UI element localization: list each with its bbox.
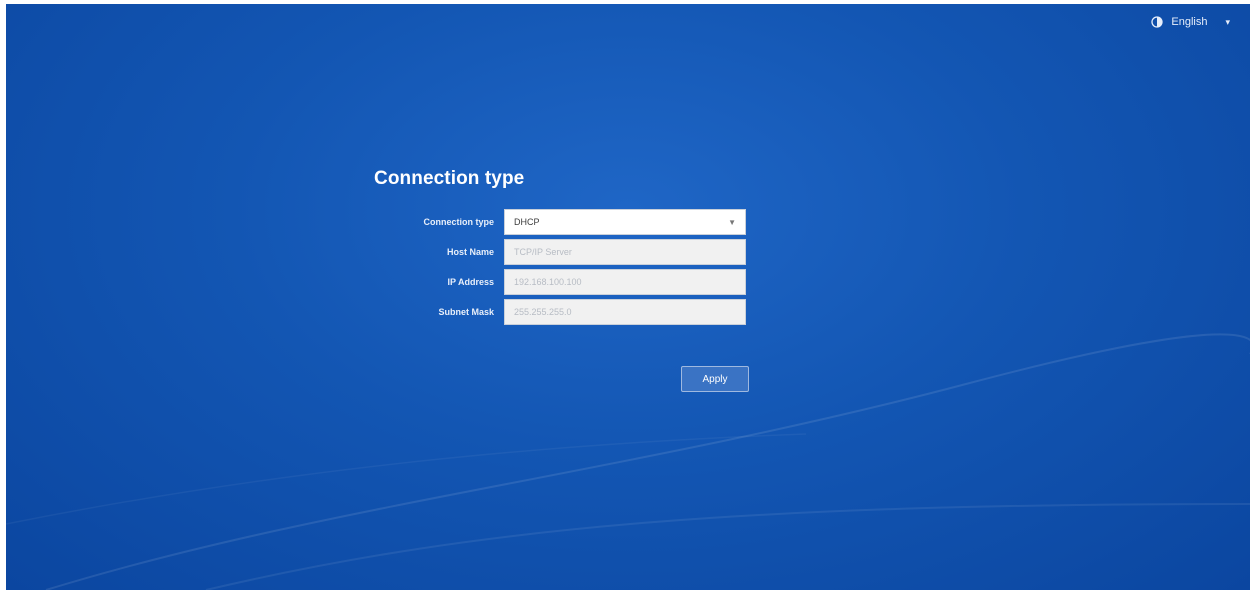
ip-address-field[interactable]: 192.168.100.100 <box>504 269 746 295</box>
host-name-label: Host Name <box>446 247 494 257</box>
ip-address-placeholder: 192.168.100.100 <box>514 277 582 287</box>
connection-type-row: Connection type DHCP ▼ <box>374 209 756 235</box>
connection-type-value: DHCP <box>514 217 540 227</box>
ip-address-row: IP Address 192.168.100.100 <box>374 269 756 295</box>
language-selector[interactable]: English ▾ <box>1151 16 1230 28</box>
host-name-field[interactable]: TCP/IP Server <box>504 239 746 265</box>
subnet-mask-label: Subnet Mask <box>438 307 494 317</box>
page-title: Connection type <box>374 168 525 189</box>
host-name-placeholder: TCP/IP Server <box>514 247 572 257</box>
connection-type-label: Connection type <box>423 217 494 227</box>
chevron-down-icon: ▾ <box>1225 16 1230 27</box>
host-name-row: Host Name TCP/IP Server <box>374 239 756 265</box>
ip-address-label: IP Address <box>447 277 494 287</box>
subnet-mask-row: Subnet Mask 255.255.255.0 <box>374 299 756 325</box>
language-label: English <box>1171 16 1208 28</box>
apply-button[interactable]: Apply <box>681 366 749 392</box>
globe-icon <box>1151 16 1164 28</box>
page-background: English ▾ Connection type Connection typ… <box>6 4 1250 590</box>
chevron-down-icon: ▼ <box>728 217 736 227</box>
subnet-mask-field[interactable]: 255.255.255.0 <box>504 299 746 325</box>
connection-type-select[interactable]: DHCP ▼ <box>504 209 746 235</box>
subnet-mask-placeholder: 255.255.255.0 <box>514 307 572 317</box>
background-swoosh <box>6 333 1250 590</box>
